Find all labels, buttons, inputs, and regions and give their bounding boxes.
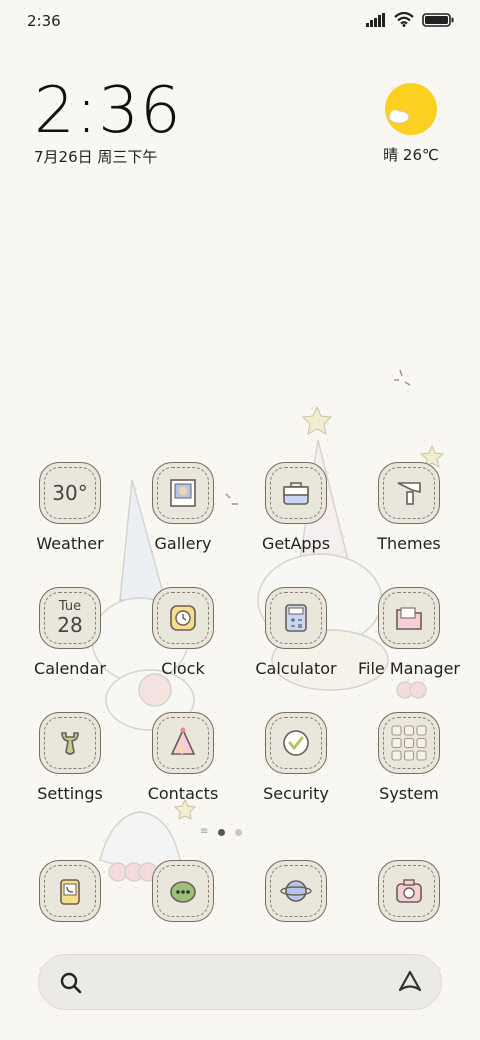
app-label: File Manager bbox=[358, 659, 460, 678]
app-label: Themes bbox=[377, 534, 441, 553]
app-label: Security bbox=[263, 784, 329, 803]
calendar-icon-day: Tue bbox=[58, 599, 82, 614]
settings-icon bbox=[39, 712, 101, 774]
messages-icon bbox=[152, 860, 214, 922]
app-label: Calculator bbox=[255, 659, 337, 678]
search-bar[interactable] bbox=[38, 954, 442, 1010]
page-indicator[interactable]: ≡ bbox=[200, 826, 243, 837]
dock-browser[interactable] bbox=[241, 860, 351, 922]
gallery-icon bbox=[152, 462, 214, 524]
app-label: System bbox=[379, 784, 439, 803]
weather-icon-temp: 30° bbox=[52, 481, 88, 505]
getapps-icon bbox=[265, 462, 327, 524]
app-calculator[interactable]: Calculator bbox=[241, 587, 351, 678]
clock-widget-date: 7月26日 周三下午 bbox=[34, 148, 158, 166]
weather-condition-temp: 晴 26℃ bbox=[383, 146, 439, 164]
search-icon[interactable] bbox=[59, 971, 83, 995]
app-settings[interactable]: Settings bbox=[15, 712, 125, 803]
browser-icon bbox=[265, 860, 327, 922]
app-gallery[interactable]: Gallery bbox=[128, 462, 238, 553]
calendar-icon: Tue 28 bbox=[39, 587, 101, 649]
system-folder-icon bbox=[378, 712, 440, 774]
battery-icon bbox=[422, 12, 454, 27]
app-system-folder[interactable]: System bbox=[354, 712, 464, 803]
clock-widget-time: 2:36 bbox=[34, 74, 182, 148]
status-bar: 2:36 bbox=[0, 0, 480, 42]
dock-messages[interactable] bbox=[128, 860, 238, 922]
status-icons bbox=[366, 12, 454, 27]
app-label: Contacts bbox=[147, 784, 219, 803]
clock-icon bbox=[152, 587, 214, 649]
app-label: Settings bbox=[37, 784, 103, 803]
assistant-icon[interactable] bbox=[397, 969, 423, 995]
page-dot-active bbox=[218, 828, 226, 836]
app-contacts[interactable]: Contacts bbox=[128, 712, 238, 803]
app-security[interactable]: Security bbox=[241, 712, 351, 803]
weather-icon: 30° bbox=[39, 462, 101, 524]
app-drawer-lines-icon: ≡ bbox=[200, 826, 209, 837]
file-manager-icon bbox=[378, 587, 440, 649]
wifi-icon bbox=[394, 12, 414, 27]
app-label: GetApps bbox=[261, 534, 331, 553]
camera-icon bbox=[378, 860, 440, 922]
status-time: 2:36 bbox=[27, 12, 61, 30]
signal-icon bbox=[366, 12, 385, 27]
calendar-icon-date: 28 bbox=[57, 613, 83, 637]
dock-camera[interactable] bbox=[354, 860, 464, 922]
app-weather[interactable]: 30° Weather bbox=[15, 462, 125, 553]
app-file-manager[interactable]: File Manager bbox=[354, 587, 464, 678]
page-dot bbox=[235, 828, 243, 836]
themes-icon bbox=[378, 462, 440, 524]
app-label: Clock bbox=[161, 659, 205, 678]
sun-cloud-icon bbox=[384, 82, 438, 136]
weather-widget[interactable]: 晴 26℃ bbox=[376, 82, 446, 165]
phone-icon bbox=[39, 860, 101, 922]
app-calendar[interactable]: Tue 28 Calendar bbox=[15, 587, 125, 678]
security-icon bbox=[265, 712, 327, 774]
app-label: Calendar bbox=[34, 659, 106, 678]
app-label: Gallery bbox=[154, 534, 212, 553]
app-getapps[interactable]: GetApps bbox=[241, 462, 351, 553]
clock-widget[interactable]: 2:36 7月26日 周三下午 bbox=[34, 78, 182, 167]
app-themes[interactable]: Themes bbox=[354, 462, 464, 553]
calculator-icon bbox=[265, 587, 327, 649]
contacts-icon bbox=[152, 712, 214, 774]
app-clock[interactable]: Clock bbox=[128, 587, 238, 678]
app-label: Weather bbox=[36, 534, 104, 553]
dock-phone[interactable] bbox=[15, 860, 125, 922]
